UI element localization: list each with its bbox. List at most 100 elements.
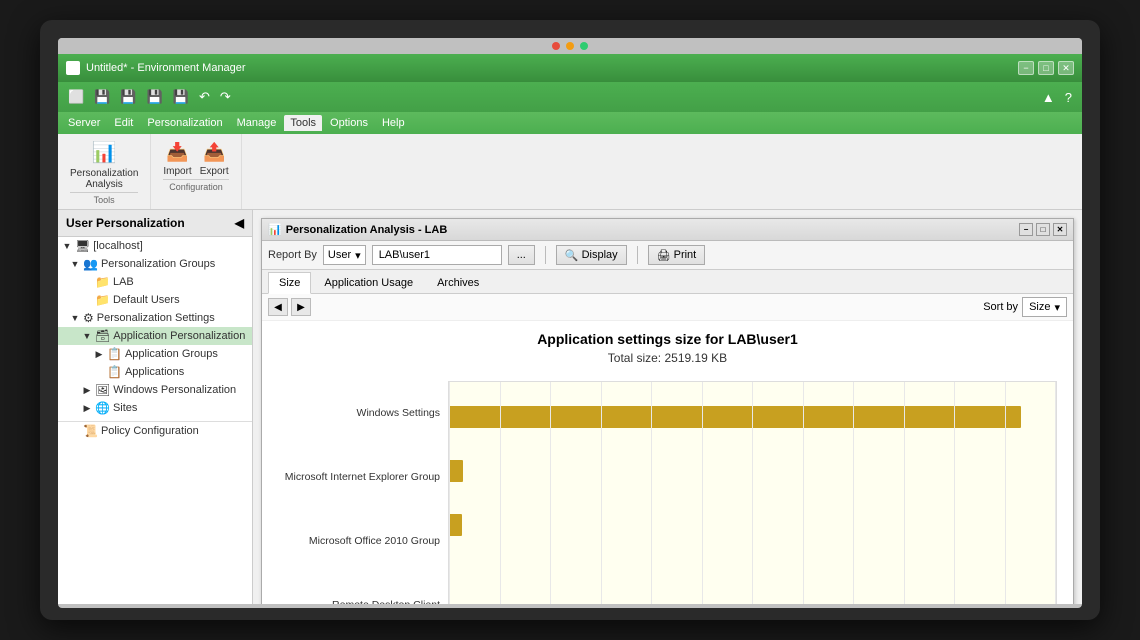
label-pg: Personalization Groups (101, 258, 215, 270)
menu-tools[interactable]: Tools (284, 115, 322, 131)
qa-icon-save2[interactable]: 💾 (118, 87, 138, 107)
nav-back[interactable]: ◀ (268, 298, 288, 316)
qa-icon-save[interactable]: 💾 (92, 87, 112, 107)
ribbon-tools-label: Tools (70, 192, 138, 205)
report-titlebar-controls: − □ ✕ (1019, 223, 1067, 236)
icon-sites: 🌐 (95, 401, 110, 415)
tree-item-sites[interactable]: ▶ 🌐 Sites (58, 399, 252, 417)
ribbon-config-label: Configuration (163, 179, 228, 192)
import-label: Import (163, 166, 191, 177)
chevron-down-icon: ▾ (355, 249, 361, 262)
sort-dropdown[interactable]: Size ▾ (1022, 297, 1067, 317)
menu-personalization[interactable]: Personalization (141, 115, 228, 131)
nav-forward[interactable]: ▶ (291, 298, 311, 316)
menu-manage[interactable]: Manage (231, 115, 283, 131)
icon-wp: 🖼 (95, 383, 110, 397)
app-window: Untitled* - Environment Manager − □ ✕ ⬜ … (58, 54, 1082, 604)
export-icon[interactable]: 📤 (200, 138, 228, 166)
user-input[interactable] (372, 245, 502, 265)
expand-wp: ▶ (82, 385, 92, 396)
print-button[interactable]: 🖨 Print (648, 245, 706, 265)
qa-icon-save3[interactable]: 💾 (145, 87, 165, 107)
dot-red (552, 42, 560, 50)
icon-apps: 📋 (107, 365, 122, 379)
bar-0 (449, 406, 1021, 428)
tab-app-usage[interactable]: Application Usage (313, 272, 424, 293)
qa-icon-1[interactable]: ⬜ (66, 87, 86, 107)
report-maximize[interactable]: □ (1036, 223, 1050, 236)
tree-item-applications[interactable]: 📋 Applications (58, 363, 252, 381)
label-ag: Application Groups (125, 348, 218, 360)
qa-icon-undo[interactable]: ↶ (197, 87, 212, 107)
report-title-icon: 📊 (268, 223, 282, 236)
menu-edit[interactable]: Edit (108, 115, 139, 131)
label-apps: Applications (125, 366, 184, 378)
app-titlebar: Untitled* - Environment Manager − □ ✕ (58, 54, 1082, 82)
tree-item-lab[interactable]: 📁 LAB (58, 273, 252, 291)
menu-server[interactable]: Server (62, 115, 106, 131)
bar-1 (449, 460, 463, 482)
tree-item-pers-settings[interactable]: ▼ ⚙ Personalization Settings (58, 309, 252, 327)
icon-policy: 📜 (83, 424, 98, 438)
separator-2 (637, 246, 638, 264)
qa-icon-save4[interactable]: 💾 (171, 87, 191, 107)
sort-control: Sort by Size ▾ (983, 297, 1067, 317)
maximize-button[interactable]: □ (1038, 61, 1054, 75)
laptop-screen: Untitled* - Environment Manager − □ ✕ ⬜ … (58, 38, 1082, 608)
chart-subtitle: Total size: 2519.19 KB (278, 351, 1057, 365)
menu-options[interactable]: Options (324, 115, 374, 131)
tree-item-localhost[interactable]: ▼ 🖥 [localhost] (58, 237, 252, 255)
label-sites: Sites (113, 402, 137, 414)
chart-container: Windows Settings Microsoft Internet Expl… (278, 381, 1057, 604)
report-minimize[interactable]: − (1019, 223, 1033, 236)
titlebar-left: Untitled* - Environment Manager (66, 61, 246, 75)
tab-size[interactable]: Size (268, 272, 311, 294)
display-label: Display (582, 249, 618, 261)
tree-item-default-users[interactable]: 📁 Default Users (58, 291, 252, 309)
bar-row-2 (449, 510, 1056, 540)
sort-value: Size (1029, 301, 1050, 313)
display-button[interactable]: 🔍 Display (556, 245, 627, 265)
import-icon[interactable]: 📥 (164, 138, 192, 166)
export-label: Export (200, 166, 229, 177)
personalization-analysis-icon[interactable]: 📊 (90, 138, 118, 166)
report-titlebar: 📊 Personalization Analysis - LAB − □ ✕ (262, 219, 1073, 241)
ellipsis-button[interactable]: ... (508, 245, 535, 265)
bar-2 (449, 514, 462, 536)
print-icon: 🖨 (657, 249, 671, 262)
tab-archives[interactable]: Archives (426, 272, 490, 293)
tree-item-policy-config[interactable]: 📜 Policy Configuration (58, 422, 252, 440)
report-by-dropdown[interactable]: User ▾ (323, 245, 366, 265)
sidebar-collapse-icon[interactable]: ◀ (235, 216, 244, 230)
expand-apps (94, 367, 104, 377)
dot-green (580, 42, 588, 50)
bar-label-1: Microsoft Internet Explorer Group (278, 471, 440, 484)
report-close[interactable]: ✕ (1053, 223, 1067, 236)
tree-item-app-pers[interactable]: ▼ 🗃 Application Personalization (58, 327, 252, 345)
main-area: User Personalization ◀ ▼ 🖥 [localhost] ▼… (58, 210, 1082, 604)
qa-icon-redo[interactable]: ↷ (218, 87, 233, 107)
bar-label-3: Remote Desktop Client (278, 599, 440, 604)
qa-icon-help[interactable]: ? (1063, 88, 1074, 107)
magnifier-icon: 🔍 (565, 249, 579, 262)
qa-icon-collapse[interactable]: ▲ (1040, 88, 1057, 107)
expand-ps: ▼ (70, 313, 80, 323)
label-ps: Personalization Settings (97, 312, 215, 324)
tree-item-win-pers[interactable]: ▶ 🖼 Windows Personalization (58, 381, 252, 399)
tree-item-personalization-groups[interactable]: ▼ 👥 Personalization Groups (58, 255, 252, 273)
sidebar: User Personalization ◀ ▼ 🖥 [localhost] ▼… (58, 210, 253, 604)
chart-labels: Windows Settings Microsoft Internet Expl… (278, 381, 448, 604)
minimize-button[interactable]: − (1018, 61, 1034, 75)
expand-policy (70, 426, 80, 436)
tree-item-app-groups[interactable]: ▶ 📋 Application Groups (58, 345, 252, 363)
personalization-analysis-label: PersonalizationAnalysis (70, 168, 138, 190)
app-title: Untitled* - Environment Manager (86, 62, 246, 74)
bar-label-0: Windows Settings (278, 407, 440, 420)
close-button[interactable]: ✕ (1058, 61, 1074, 75)
nav-arrows: ◀ ▶ (268, 298, 311, 316)
icon-ag: 📋 (107, 347, 122, 361)
dot-yellow (566, 42, 574, 50)
menu-help[interactable]: Help (376, 115, 411, 131)
ribbon-group-config: 📥 Import 📤 Export Configuration (151, 134, 241, 209)
label-du: Default Users (113, 294, 180, 306)
